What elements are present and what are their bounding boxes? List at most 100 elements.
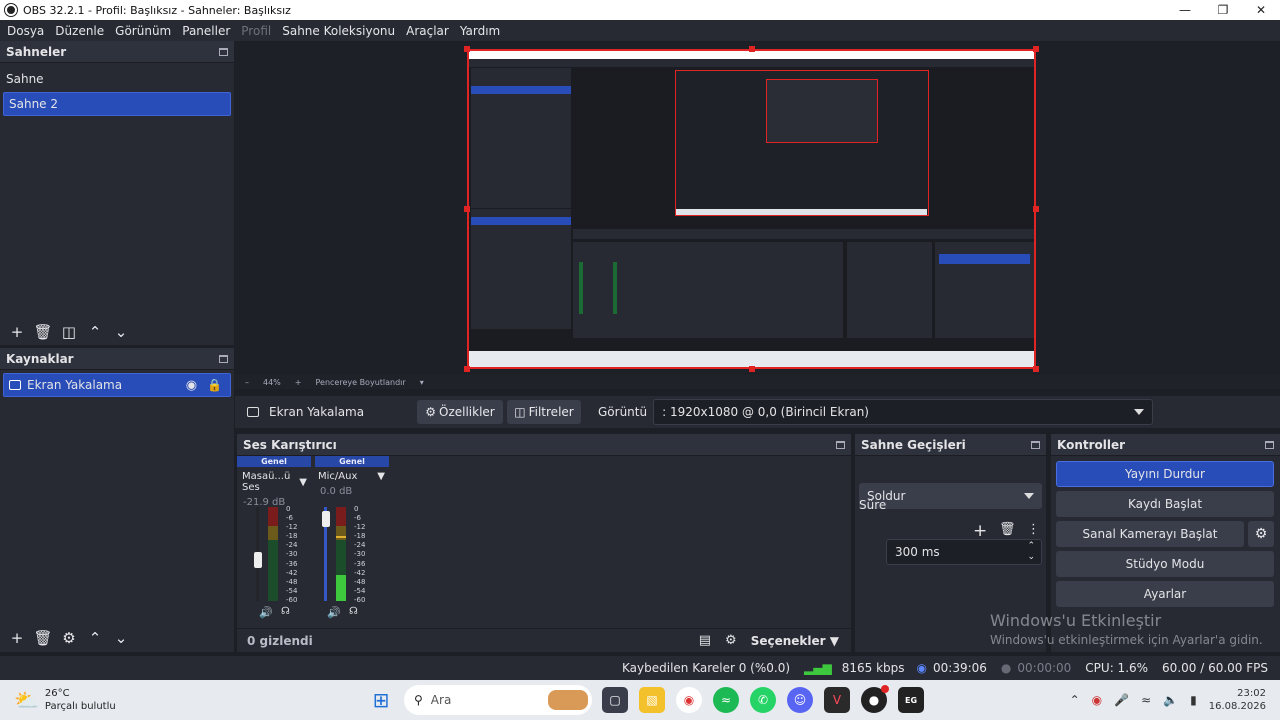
epic-games-icon[interactable]: EG bbox=[898, 687, 924, 713]
tray-app-icon[interactable]: ◉ bbox=[1092, 693, 1102, 707]
start-button[interactable]: ⊞ bbox=[368, 687, 394, 713]
monitor-headphone-icon[interactable]: ☊ bbox=[349, 606, 358, 617]
speaker-icon[interactable]: 🔊 bbox=[259, 606, 273, 619]
record-time: 00:00:00 bbox=[1017, 661, 1072, 675]
battery-icon[interactable]: ▮ bbox=[1190, 693, 1197, 707]
advanced-audio-icon[interactable]: ⚙ bbox=[725, 633, 737, 648]
duration-spinbox[interactable]: 300 ms ⌃ ⌄ bbox=[886, 539, 1042, 565]
scene-filters-button[interactable]: ◫ bbox=[56, 321, 82, 343]
source-settings-button[interactable]: ⚙ bbox=[56, 627, 82, 649]
maximize-button[interactable]: ❐ bbox=[1204, 0, 1242, 20]
studio-mode-button[interactable]: Stüdyo Modu bbox=[1056, 551, 1274, 577]
stop-streaming-button[interactable]: Yayını Durdur bbox=[1056, 461, 1274, 487]
add-source-button[interactable]: + bbox=[4, 627, 30, 649]
menu-yardim[interactable]: Yardım bbox=[460, 24, 500, 38]
monitor-headphone-icon[interactable]: ☊ bbox=[281, 606, 290, 617]
lock-icon[interactable]: 🔒 bbox=[207, 378, 222, 392]
settings-button[interactable]: Ayarlar bbox=[1056, 581, 1274, 607]
menu-profil[interactable]: Profil bbox=[241, 24, 271, 38]
hidden-count: 0 gizlendi bbox=[247, 633, 313, 648]
zoom-in-button[interactable]: + bbox=[295, 378, 302, 387]
resize-handle[interactable] bbox=[464, 206, 470, 212]
windows-taskbar: ⛅ 26°C Parçalı bulutlu ⊞ ⚲ Ara ▢ ▧ ◉ ≈ ✆ … bbox=[0, 680, 1280, 720]
remove-source-button[interactable]: 🗑 bbox=[30, 627, 56, 649]
resize-handle[interactable] bbox=[1033, 206, 1039, 212]
valorant-icon[interactable]: V bbox=[824, 687, 850, 713]
weather-widget[interactable]: ⛅ 26°C Parçalı bulutlu bbox=[14, 687, 354, 713]
mixer-header: Ses Karıştırıcı bbox=[237, 434, 851, 456]
menu-araclar[interactable]: Araçlar bbox=[406, 24, 449, 38]
popout-icon[interactable] bbox=[219, 47, 228, 56]
monitor-icon bbox=[247, 407, 259, 417]
clock[interactable]: 23:02 16.08.2026 bbox=[1209, 687, 1266, 713]
menu-bar: Dosya Düzenle Görünüm Paneller Profil Sa… bbox=[0, 20, 1280, 41]
speaker-icon[interactable]: 🔊 bbox=[327, 606, 341, 619]
volume-fader[interactable] bbox=[254, 552, 262, 569]
discord-icon[interactable]: ☺ bbox=[787, 687, 813, 713]
menu-paneller[interactable]: Paneller bbox=[182, 24, 230, 38]
nested-source-bar bbox=[573, 229, 1034, 239]
popout-icon[interactable] bbox=[1031, 440, 1040, 449]
add-transition-button[interactable]: + bbox=[973, 521, 987, 541]
volume-icon[interactable]: 🔈 bbox=[1163, 693, 1178, 707]
whatsapp-icon[interactable]: ✆ bbox=[750, 687, 776, 713]
chrome-icon[interactable]: ◉ bbox=[676, 687, 702, 713]
menu-sahne-koleksiyonu[interactable]: Sahne Koleksiyonu bbox=[282, 24, 395, 38]
microphone-icon[interactable]: 🎤 bbox=[1114, 693, 1129, 707]
transition-type-select[interactable]: Soldur bbox=[859, 483, 1042, 509]
properties-button[interactable]: ⚙ Özellikler bbox=[417, 400, 503, 424]
obs-taskbar-icon[interactable]: ● bbox=[861, 685, 889, 713]
search-box[interactable]: ⚲ Ara bbox=[404, 685, 592, 715]
resize-handle[interactable] bbox=[464, 46, 470, 52]
move-down-button[interactable]: ⌄ bbox=[108, 321, 134, 343]
resize-handle[interactable] bbox=[749, 366, 755, 372]
remove-transition-button[interactable]: 🗑 bbox=[999, 522, 1016, 537]
popout-icon[interactable] bbox=[836, 440, 845, 449]
wifi-icon[interactable]: ≈ bbox=[1141, 693, 1151, 707]
menu-dosya[interactable]: Dosya bbox=[7, 24, 44, 38]
source-item[interactable]: Ekran Yakalama ◉ 🔒 bbox=[3, 373, 231, 397]
layout-toggle-icon[interactable]: ▤ bbox=[699, 633, 711, 648]
chevron-down-icon bbox=[1024, 493, 1034, 499]
remove-scene-button[interactable]: 🗑 bbox=[30, 321, 56, 343]
fit-to-window-button[interactable]: Pencereye Boyutlandır bbox=[315, 378, 405, 387]
start-recording-button[interactable]: Kaydı Başlat bbox=[1056, 491, 1274, 517]
resize-handle[interactable] bbox=[749, 46, 755, 52]
mixer-channel-mic: Genel Mic/Aux ▼ 0.0 dB 0 -6 -12 -18 -24 -30 -36… bbox=[315, 456, 389, 626]
popout-icon[interactable] bbox=[219, 354, 228, 363]
resize-handle[interactable] bbox=[1033, 46, 1039, 52]
display-select[interactable]: : 1920x1080 @ 0,0 (Birincil Ekran) bbox=[653, 399, 1154, 425]
move-up-button[interactable]: ⌃ bbox=[82, 627, 108, 649]
chevron-down-icon[interactable]: ▾ bbox=[420, 378, 424, 387]
volume-fader[interactable] bbox=[322, 510, 330, 527]
close-button[interactable]: ✕ bbox=[1242, 0, 1280, 20]
virtual-camera-settings-button[interactable]: ⚙ bbox=[1248, 521, 1274, 547]
move-down-button[interactable]: ⌄ bbox=[108, 627, 134, 649]
start-virtual-camera-button[interactable]: Sanal Kamerayı Başlat bbox=[1056, 521, 1244, 547]
scene-item[interactable]: Sahne bbox=[0, 67, 234, 91]
channel-name-row[interactable]: Mic/Aux ▼ bbox=[315, 467, 389, 482]
minimize-button[interactable]: — bbox=[1166, 0, 1204, 20]
chevron-up-icon[interactable]: ⌃ bbox=[1070, 693, 1080, 707]
channel-name-row[interactable]: Masaü...ü Ses ▼ bbox=[237, 467, 311, 493]
task-view-icon[interactable]: ▢ bbox=[602, 687, 628, 713]
dropped-frames: Kaybedilen Kareler 0 (%0.0) bbox=[622, 661, 791, 675]
menu-duzenle[interactable]: Düzenle bbox=[55, 24, 104, 38]
zoom-out-button[interactable]: – bbox=[245, 378, 249, 387]
more-options-icon[interactable]: ⋮ bbox=[1027, 522, 1040, 537]
spotify-icon[interactable]: ≈ bbox=[713, 687, 739, 713]
resize-handle[interactable] bbox=[1033, 366, 1039, 372]
filters-button[interactable]: ◫ Filtreler bbox=[507, 400, 581, 424]
mixer-options-button[interactable]: Seçenekler ▼ bbox=[751, 634, 839, 648]
preview-capture[interactable] bbox=[467, 49, 1036, 369]
move-up-button[interactable]: ⌃ bbox=[82, 321, 108, 343]
file-explorer-icon[interactable]: ▧ bbox=[639, 687, 665, 713]
scenes-dock: Sahneler Sahne Sahne 2 + 🗑 ◫ ⌃ ⌄ bbox=[0, 41, 234, 345]
menu-gorunum[interactable]: Görünüm bbox=[115, 24, 171, 38]
spin-arrows-icon[interactable]: ⌃ ⌄ bbox=[1027, 541, 1035, 563]
resize-handle[interactable] bbox=[464, 366, 470, 372]
add-scene-button[interactable]: + bbox=[4, 321, 30, 343]
popout-icon[interactable] bbox=[1265, 440, 1274, 449]
eye-icon[interactable]: ◉ bbox=[186, 378, 197, 393]
scene-item-selected[interactable]: Sahne 2 bbox=[3, 92, 231, 116]
